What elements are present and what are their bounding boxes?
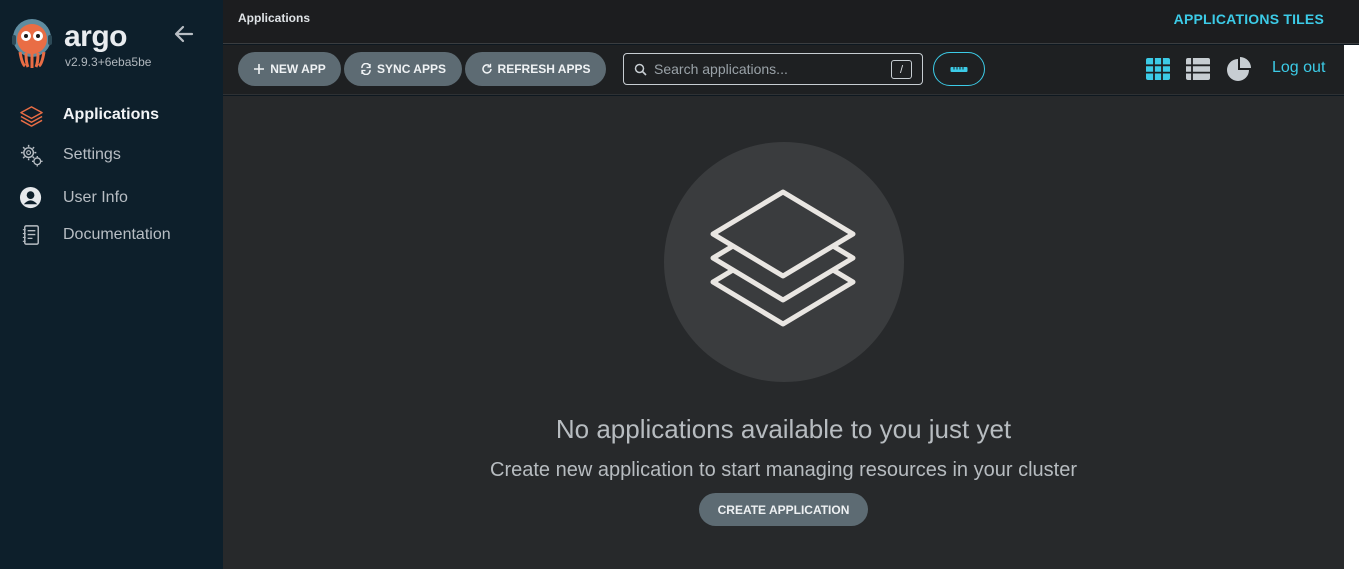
sidebar-item-applications[interactable]: Applications (0, 97, 223, 133)
scrollbar[interactable] (1344, 45, 1359, 569)
sync-apps-button[interactable]: SYNC APPS (344, 52, 462, 86)
list-view-icon[interactable] (1185, 56, 1211, 82)
brand-name: argo (64, 20, 128, 53)
sidebar-item-documentation[interactable]: Documentation (0, 217, 223, 253)
sync-apps-label: SYNC APPS (377, 62, 446, 76)
sidebar-item-label: Documentation (63, 226, 171, 243)
ruler-icon (950, 67, 968, 72)
layers-stack-icon (710, 189, 856, 327)
sidebar-item-label: Settings (63, 146, 121, 163)
new-app-label: NEW APP (270, 62, 326, 76)
filter-toggle-button[interactable] (933, 52, 985, 86)
refresh-icon (481, 63, 492, 74)
sidebar-item-user-info[interactable]: User Info (0, 180, 223, 216)
search-box: / (623, 53, 923, 85)
refresh-apps-button[interactable]: REFRESH APPS (465, 52, 606, 86)
refresh-apps-label: REFRESH APPS (497, 62, 591, 76)
empty-state-title: No applications available to you just ye… (555, 414, 1012, 444)
toolbar: NEW APP SYNC APPS REFRESH APPS / Log out (223, 45, 1344, 95)
breadcrumb[interactable]: Applications (238, 11, 310, 25)
layers-icon (20, 105, 43, 127)
sync-icon (361, 63, 371, 75)
page-title: APPLICATIONS TILES (1173, 11, 1324, 27)
tiles-view-icon[interactable] (1145, 56, 1171, 82)
sidebar-item-label: User Info (63, 189, 128, 206)
new-app-button[interactable]: NEW APP (238, 52, 341, 86)
sidebar-item-settings[interactable]: Settings (0, 137, 223, 173)
search-icon (634, 63, 647, 76)
user-circle-icon (19, 186, 42, 208)
version-label: v2.9.3+6eba5be (65, 55, 152, 69)
search-input[interactable] (654, 54, 884, 84)
logout-link[interactable]: Log out (1272, 59, 1325, 77)
top-header: Applications APPLICATIONS TILES (223, 0, 1359, 44)
main-content: No applications available to you just ye… (223, 96, 1344, 569)
create-application-button[interactable]: CREATE APPLICATION (699, 493, 868, 526)
sidebar: argo v2.9.3+6eba5be Applications Setting… (0, 0, 223, 569)
sidebar-item-label: Applications (63, 106, 160, 123)
argo-logo-icon[interactable] (12, 18, 52, 70)
book-icon (22, 224, 39, 245)
collapse-sidebar-arrow-icon[interactable] (172, 22, 196, 46)
plus-icon (254, 64, 265, 74)
pie-view-icon[interactable] (1226, 56, 1252, 82)
empty-state-subtitle: Create new application to start managing… (490, 459, 1077, 481)
gears-icon (20, 144, 43, 167)
search-shortcut-hint: / (891, 60, 912, 79)
